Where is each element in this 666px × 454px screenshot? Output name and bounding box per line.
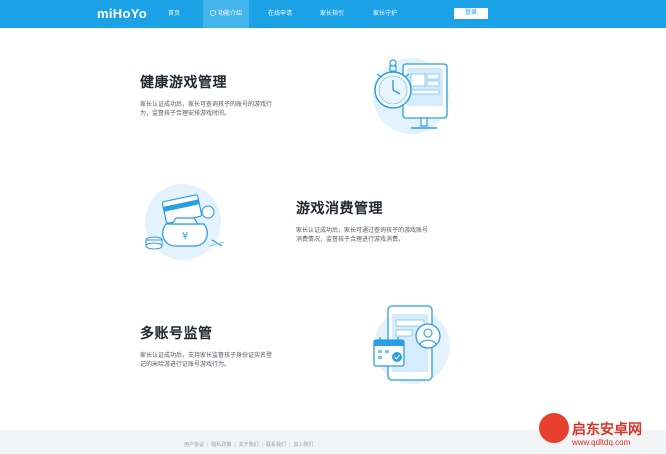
section-title-spending: 游戏消费管理 — [296, 200, 383, 216]
nav-apply[interactable]: 在线申请 — [264, 0, 296, 28]
svg-text:¥: ¥ — [182, 231, 188, 242]
nav-features[interactable]: 功能介绍 — [203, 0, 249, 28]
desc-line: 家长认证成功后，家长可查询孩子的账号的游戏行 — [140, 102, 273, 108]
divider: | — [261, 442, 263, 448]
nav-home[interactable]: 首页 — [160, 0, 188, 28]
mihoyo-logo[interactable]: miHoYo — [97, 5, 147, 23]
money-bag-icon: ¥ — [145, 184, 225, 260]
divider: | — [234, 442, 236, 448]
watermark-url: www.qdltdq.com — [572, 438, 631, 447]
desc-line: 家长认证成功后，支持家长监督孩子身份证实名登 — [140, 353, 273, 359]
phone-calendar-avatar-icon — [373, 305, 450, 384]
page: miHoYo 首页 功能介绍 在线申请 家长指引 家长守护 登录 健康游戏管理 … — [0, 0, 666, 454]
footer-links: 用户协议 | 隐私政策 | 关于我们 | 联系我们 | 加入我们 — [184, 441, 313, 448]
divider: | — [289, 442, 291, 448]
desc-line: 记的米哈游进行证账号游戏行为。 — [140, 362, 231, 368]
nav-features-label: 功能介绍 — [217, 11, 242, 17]
footer-link-user-agreement[interactable]: 用户协议 — [184, 442, 204, 448]
footer-link-privacy[interactable]: 隐私政策 — [211, 442, 231, 448]
watermark-name: 启东安卓网 — [572, 421, 642, 437]
desc-line: 家长认证成功后，家长可通过查询孩子的游戏账号 — [296, 228, 429, 234]
section-desc-multi-account: 家长认证成功后，支持家长监督孩子身份证实名登 记的米哈游进行证账号游戏行为。 — [140, 352, 330, 370]
footer-link-join[interactable]: 加入我们 — [293, 442, 313, 448]
desc-line: 消费情况，监督孩子合理进行游戏消费。 — [296, 237, 405, 243]
footer-link-about[interactable]: 关于我们 — [239, 442, 259, 448]
nav-guard[interactable]: 家长守护 — [369, 0, 401, 28]
section-desc-spending: 家长认证成功后，家长可通过查询孩子的游戏账号 消费情况，监督孩子合理进行游戏消费… — [296, 227, 486, 245]
shield-icon — [210, 10, 216, 16]
section-title-multi-account: 多账号监管 — [140, 325, 213, 341]
divider: | — [207, 442, 209, 448]
desc-line: 为，监督孩子合理安排游戏时间。 — [140, 111, 231, 117]
nav-guide[interactable]: 家长指引 — [316, 0, 348, 28]
footer-link-contact[interactable]: 联系我们 — [266, 442, 286, 448]
section-desc-health: 家长认证成功后，家长可查询孩子的账号的游戏行 为，监督孩子合理安排游戏时间。 — [140, 101, 330, 119]
login-button[interactable]: 登录 — [454, 8, 488, 19]
watermark-logo-icon — [539, 413, 569, 443]
stopwatch-monitor-icon — [373, 58, 449, 134]
top-navbar: miHoYo 首页 功能介绍 在线申请 家长指引 家长守护 登录 — [0, 0, 666, 28]
section-title-health: 健康游戏管理 — [140, 74, 227, 90]
